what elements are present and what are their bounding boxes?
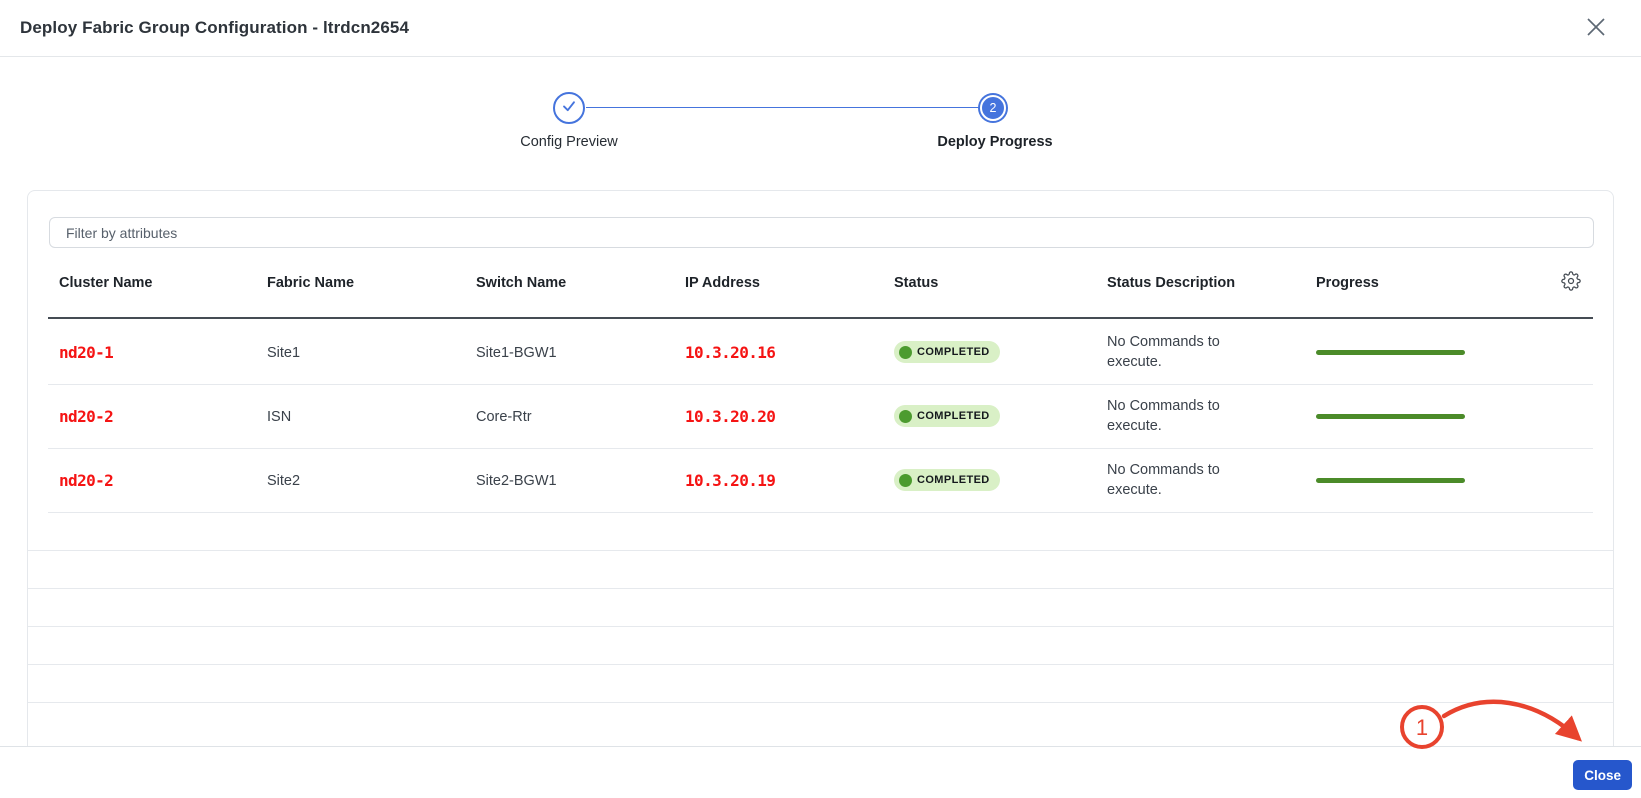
table-row: nd20-1 Site1 Site1-BGW1 10.3.20.16 COMPL… [48, 321, 1593, 385]
table-row-empty [28, 589, 1613, 627]
table-header: Cluster Name Fabric Name Switch Name IP … [48, 248, 1593, 319]
step-deploy-progress[interactable]: 2 [980, 95, 1006, 121]
x-icon [1585, 16, 1607, 41]
column-header-progress: Progress [1316, 275, 1476, 291]
column-header-cluster-name: Cluster Name [59, 275, 267, 291]
status-dot-icon [899, 410, 912, 423]
dialog-title: Deploy Fabric Group Configuration - ltrd… [20, 18, 409, 38]
cell-ip-address: 10.3.20.16 [685, 343, 894, 362]
cell-fabric-name: ISN [267, 409, 476, 425]
modal-header: Deploy Fabric Group Configuration - ltrd… [0, 0, 1641, 57]
cell-switch-name: Core-Rtr [476, 409, 685, 425]
table-row-empty [28, 551, 1613, 589]
column-header-status: Status [894, 275, 1107, 291]
table-row-empty [28, 665, 1613, 703]
column-settings-button[interactable] [1559, 271, 1583, 295]
dialog-close-button[interactable] [1583, 15, 1609, 41]
progress-bar [1316, 414, 1465, 419]
close-button[interactable]: Close [1573, 760, 1632, 790]
filter-input[interactable] [49, 217, 1594, 248]
status-dot-icon [899, 474, 912, 487]
progress-bar [1316, 350, 1465, 355]
gear-icon [1561, 271, 1581, 294]
progress-bar [1316, 478, 1465, 483]
check-icon [559, 96, 579, 121]
footer-divider [0, 746, 1641, 747]
cell-cluster-name: nd20-1 [59, 343, 267, 362]
status-badge-label: COMPLETED [917, 474, 990, 486]
cell-switch-name: Site1-BGW1 [476, 345, 685, 361]
status-badge: COMPLETED [894, 469, 1000, 491]
table-body: nd20-1 Site1 Site1-BGW1 10.3.20.16 COMPL… [28, 321, 1613, 703]
cell-ip-address: 10.3.20.19 [685, 471, 894, 490]
step-number: 2 [990, 101, 997, 115]
cell-switch-name: Site2-BGW1 [476, 473, 685, 489]
table-row: nd20-2 Site2 Site2-BGW1 10.3.20.19 COMPL… [48, 449, 1593, 513]
column-header-status-description: Status Description [1107, 275, 1316, 291]
cell-status-description: No Commands to execute. [1107, 461, 1243, 499]
step-label-config-preview: Config Preview [520, 134, 618, 150]
cell-status-description: No Commands to execute. [1107, 333, 1243, 371]
status-badge: COMPLETED [894, 341, 1000, 363]
table-row: nd20-2 ISN Core-Rtr 10.3.20.20 COMPLETED… [48, 385, 1593, 449]
column-header-fabric-name: Fabric Name [267, 275, 476, 291]
table-row-empty [28, 627, 1613, 665]
table-row-empty [28, 513, 1613, 551]
column-header-ip-address: IP Address [685, 275, 894, 291]
step-connector [586, 107, 980, 108]
cell-cluster-name: nd20-2 [59, 407, 267, 426]
status-dot-icon [899, 346, 912, 359]
cell-fabric-name: Site2 [267, 473, 476, 489]
cell-ip-address: 10.3.20.20 [685, 407, 894, 426]
cell-fabric-name: Site1 [267, 345, 476, 361]
status-badge: COMPLETED [894, 405, 1000, 427]
step-label-deploy-progress: Deploy Progress [937, 134, 1052, 150]
status-badge-label: COMPLETED [917, 346, 990, 358]
deploy-progress-panel: Cluster Name Fabric Name Switch Name IP … [27, 190, 1614, 746]
step-config-preview[interactable] [553, 92, 585, 124]
cell-cluster-name: nd20-2 [59, 471, 267, 490]
status-badge-label: COMPLETED [917, 410, 990, 422]
column-header-switch-name: Switch Name [476, 275, 685, 291]
cell-status-description: No Commands to execute. [1107, 397, 1243, 435]
